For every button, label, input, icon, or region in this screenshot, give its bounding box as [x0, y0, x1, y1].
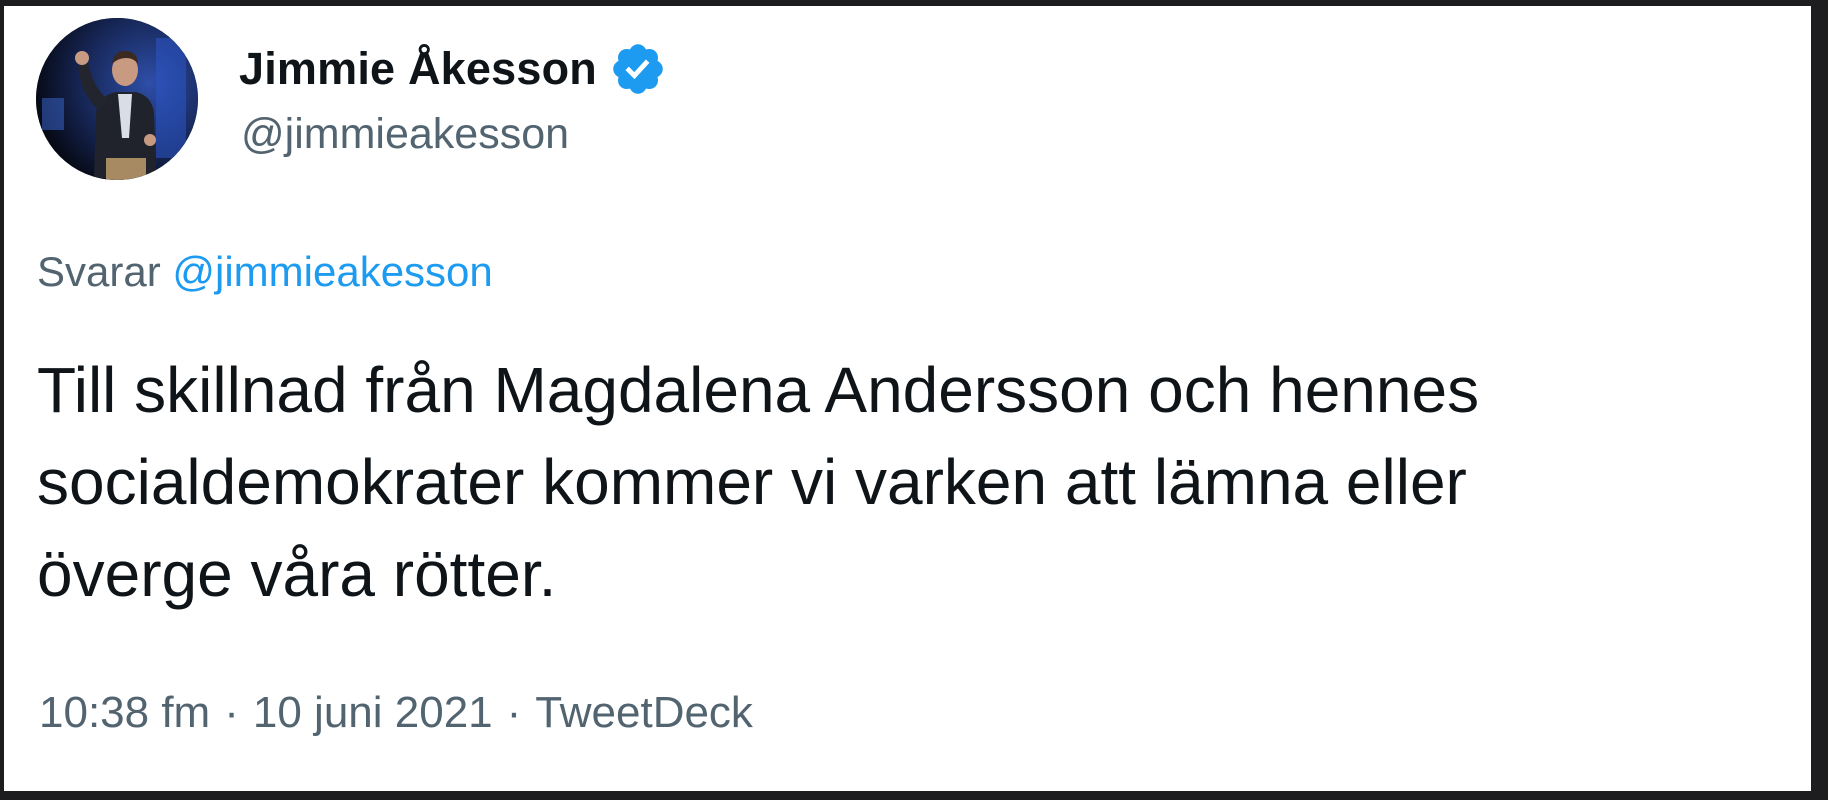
verified-badge-icon: [609, 40, 667, 98]
tweet-card: Jimmie Åkesson @jimmieakesson Svarar @ji…: [4, 6, 1811, 791]
reply-prefix: Svarar: [37, 248, 161, 295]
reply-context: Svarar @jimmieakesson: [37, 248, 493, 296]
tweet-time[interactable]: 10:38 fm: [39, 688, 210, 737]
author-name-text[interactable]: Jimmie Åkesson: [239, 43, 597, 95]
tweet-text-line: socialdemokrater kommer vi varken att lä…: [37, 446, 1467, 518]
tweet-text-line: överge våra rötter.: [37, 538, 557, 610]
avatar-photo-icon: [36, 18, 198, 180]
tweet-text-line: Till skillnad från Magdalena Andersson o…: [37, 354, 1480, 426]
tweet-source-link[interactable]: TweetDeck: [535, 688, 753, 737]
tweet-text: Till skillnad från Magdalena Andersson o…: [37, 344, 1777, 620]
reply-mention-link[interactable]: @jimmieakesson: [172, 248, 492, 295]
tweet-metadata: 10:38 fm · 10 juni 2021 · TweetDeck: [39, 688, 753, 738]
avatar[interactable]: [36, 18, 198, 180]
meta-separator: ·: [224, 688, 239, 737]
author-handle[interactable]: @jimmieakesson: [241, 110, 569, 159]
meta-separator: ·: [506, 688, 522, 737]
tweet-date[interactable]: 10 juni 2021: [253, 688, 493, 737]
author-name[interactable]: Jimmie Åkesson: [239, 40, 667, 98]
